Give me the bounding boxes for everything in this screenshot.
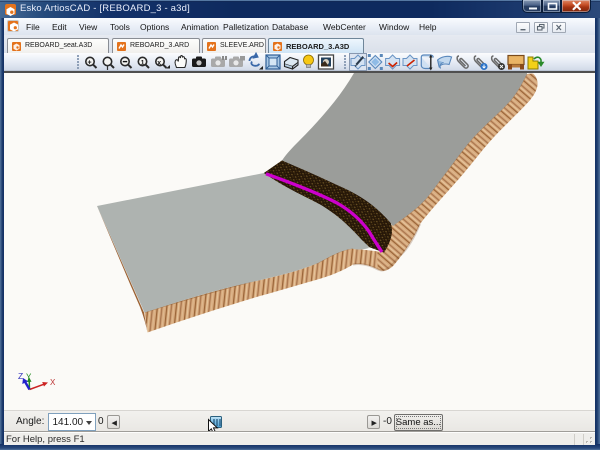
svg-text:x: x: [157, 60, 161, 67]
svg-text:X: X: [50, 378, 56, 387]
svg-text:Z: Z: [18, 371, 23, 381]
svg-text:Y: Y: [26, 373, 32, 382]
svg-text:+: +: [88, 60, 92, 67]
svg-text:1: 1: [141, 60, 145, 67]
